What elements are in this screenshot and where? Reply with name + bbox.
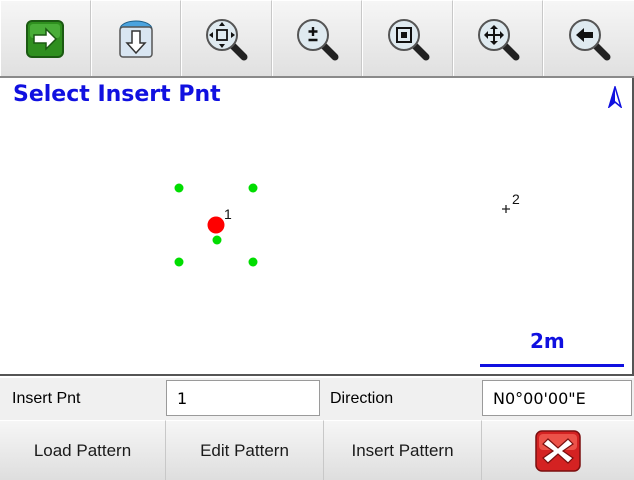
zoom-window-icon bbox=[387, 18, 430, 60]
map-view[interactable]: Select Insert Pnt 1 2 2m bbox=[0, 78, 634, 376]
close-button[interactable] bbox=[482, 420, 634, 480]
zoom-in-out-icon bbox=[296, 18, 339, 60]
direction-field[interactable]: N0°00'00"E bbox=[482, 380, 632, 416]
pattern-dot bbox=[248, 257, 258, 267]
download-map-icon bbox=[119, 20, 153, 58]
forward-icon bbox=[26, 19, 65, 58]
pattern-dot bbox=[248, 183, 258, 193]
pattern-dot bbox=[212, 235, 222, 245]
zoom-window-button[interactable] bbox=[362, 0, 453, 76]
back-button[interactable] bbox=[543, 0, 634, 76]
toolbar bbox=[0, 0, 634, 78]
insert-form: Insert Pnt 1 Direction N0°00'00"E bbox=[0, 378, 634, 420]
zoom-extents-icon bbox=[206, 18, 248, 60]
download-map-button[interactable] bbox=[90, 0, 182, 76]
load-pattern-button[interactable]: Load Pattern bbox=[0, 420, 166, 480]
forward-button[interactable] bbox=[0, 0, 91, 76]
point-label-1: 1 bbox=[224, 206, 232, 222]
insert-pnt-label: Insert Pnt bbox=[12, 390, 81, 407]
zoom-extents-button[interactable] bbox=[181, 0, 272, 76]
pattern-dot bbox=[174, 183, 184, 193]
pan-button[interactable] bbox=[452, 0, 544, 76]
scale-bar bbox=[480, 364, 624, 367]
edit-pattern-button[interactable]: Edit Pattern bbox=[166, 420, 324, 480]
action-bar: Load Pattern Edit Pattern Insert Pattern bbox=[0, 420, 634, 480]
insert-pattern-button[interactable]: Insert Pattern bbox=[324, 420, 482, 480]
scale-label: 2m bbox=[530, 329, 565, 353]
close-icon bbox=[535, 429, 581, 472]
pan-icon bbox=[478, 18, 520, 60]
pattern-dot bbox=[174, 257, 184, 267]
insert-pnt-field[interactable]: 1 bbox=[166, 380, 320, 416]
selected-point-marker[interactable] bbox=[207, 216, 225, 234]
zoom-in-out-button[interactable] bbox=[271, 0, 363, 76]
direction-label: Direction bbox=[330, 390, 394, 407]
point-marker-2[interactable] bbox=[502, 205, 510, 213]
back-arrow-icon bbox=[569, 18, 611, 60]
point-label-2: 2 bbox=[512, 191, 520, 207]
